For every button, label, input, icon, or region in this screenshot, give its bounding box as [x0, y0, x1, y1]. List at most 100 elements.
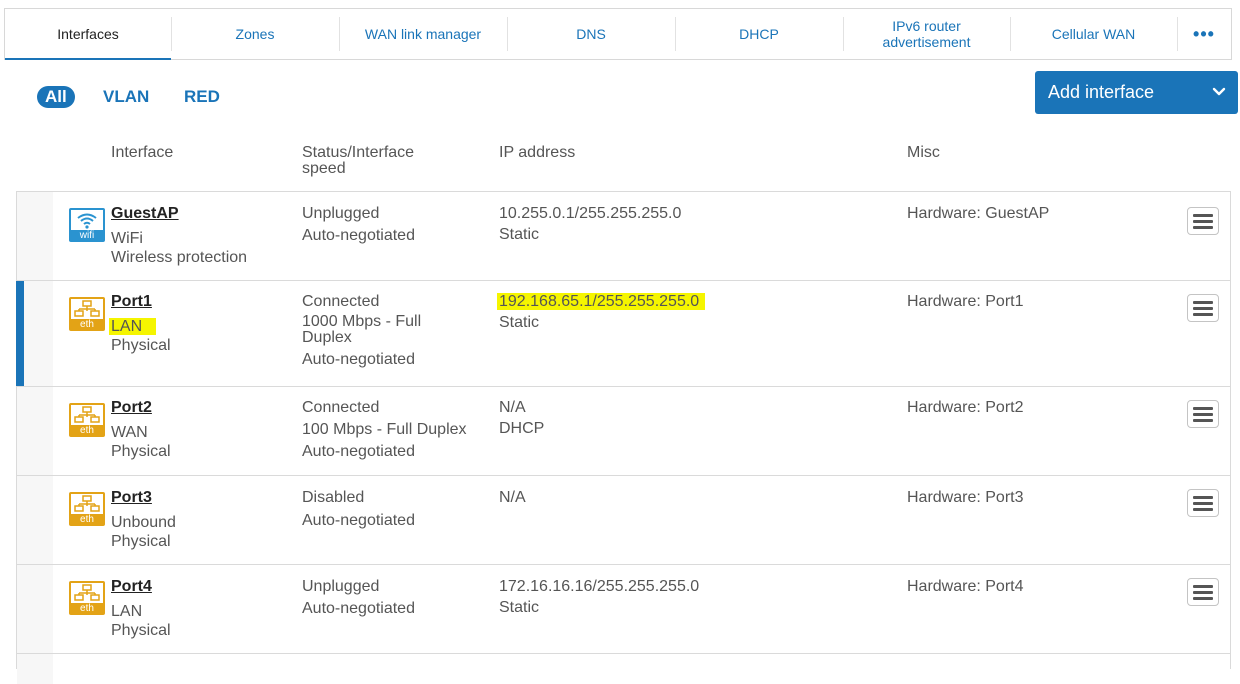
icon-caption: eth — [80, 425, 94, 436]
status-cell: Connected 100 Mbps - Full Duplex Auto-ne… — [302, 398, 467, 461]
interface-zone: LAN — [111, 603, 143, 620]
ip-mode: Static — [499, 599, 540, 616]
interface-speed: Auto-negotiated — [302, 227, 415, 244]
tab-dhcp[interactable]: DHCP — [675, 9, 843, 59]
ip-address: 192.168.65.1/255.255.255.0 — [497, 293, 706, 310]
interface-status: Disabled — [302, 489, 365, 506]
tab-label: WAN link manager — [364, 26, 482, 42]
row-menu-button[interactable] — [1187, 489, 1219, 517]
status-cell: Disabled Auto-negotiated — [302, 488, 415, 530]
ip-address: 10.255.0.1/255.255.255.0 — [499, 205, 682, 222]
row-menu-button[interactable] — [1187, 400, 1219, 428]
interface-speed: 100 Mbps - Full Duplex — [302, 421, 467, 438]
column-header-interface: Interface — [111, 144, 174, 161]
tab-zones[interactable]: Zones — [171, 9, 339, 59]
ip-mode: DHCP — [499, 420, 545, 437]
tab-ipv6-router-advertisement[interactable]: IPv6 router advertisement — [843, 9, 1010, 59]
interface-speed: 1000 Mbps - Full Duplex — [302, 313, 422, 346]
filter-red[interactable]: RED — [184, 86, 220, 108]
tab-dns[interactable]: DNS — [507, 9, 675, 59]
misc-cell: Hardware: GuestAP — [907, 205, 1050, 222]
tab-wan-link-manager[interactable]: WAN link manager — [339, 9, 507, 59]
ip-address: N/A — [499, 399, 526, 416]
status-cell: Connected 1000 Mbps - Full Duplex Auto-n… — [302, 292, 452, 369]
table-row[interactable]: eth Port1 LAN Physical Connected 1000 Mb… — [16, 281, 1230, 387]
row-menu-button[interactable] — [1187, 294, 1219, 322]
tab-label: Zones — [235, 26, 275, 42]
add-interface-button[interactable]: Add interface — [1035, 71, 1238, 114]
status-cell: Unplugged Auto-negotiated — [302, 577, 415, 618]
tab-label: DNS — [576, 26, 606, 42]
table-row[interactable]: wifi GuestAP WiFi Wireless protection Un… — [17, 192, 1230, 281]
ethernet-icon: eth — [69, 492, 105, 526]
icon-caption: eth — [80, 319, 94, 330]
misc-cell: Hardware: Port2 — [907, 399, 1024, 416]
ip-mode: Static — [499, 226, 540, 243]
interface-speed: Auto-negotiated — [302, 600, 415, 617]
misc-cell: Hardware: Port1 — [907, 293, 1024, 310]
interface-name-link[interactable]: Port1 — [111, 292, 171, 311]
interface-type: Physical — [111, 337, 171, 354]
interface-type: Physical — [111, 533, 171, 550]
interface-cell: Port2 WAN Physical — [111, 398, 171, 461]
column-header-status: Status/Interface speed — [302, 144, 415, 177]
interface-type: Physical — [111, 443, 171, 460]
misc-cell: Hardware: Port4 — [907, 578, 1024, 595]
ip-cell: N/A DHCP — [499, 398, 544, 438]
interface-name-link[interactable]: Port3 — [111, 488, 176, 507]
interface-name-link[interactable]: GuestAP — [111, 204, 247, 223]
interface-status: Connected — [302, 399, 380, 416]
table-row[interactable]: eth Port4 LAN Physical Unplugged Auto-ne… — [17, 565, 1230, 654]
icon-caption: eth — [80, 603, 94, 614]
row-menu-button[interactable] — [1187, 578, 1219, 606]
selected-row-indicator — [16, 281, 24, 386]
interface-zone: WAN — [111, 424, 148, 441]
column-header-misc: Misc — [907, 144, 940, 161]
ip-cell: 172.16.16.16/255.255.255.0 Static — [499, 577, 699, 617]
ip-cell: 10.255.0.1/255.255.255.0 Static — [499, 204, 681, 244]
interface-negotiation: Auto-negotiated — [302, 443, 415, 460]
interface-zone: WiFi — [111, 230, 143, 247]
row-gutter — [17, 476, 53, 564]
table-row[interactable] — [17, 654, 1230, 684]
icon-caption: eth — [80, 514, 94, 525]
tab-cellular-wan[interactable]: Cellular WAN — [1010, 9, 1177, 59]
interface-speed: Auto-negotiated — [302, 512, 415, 529]
table-row[interactable]: eth Port3 Unbound Physical Disabled Auto… — [17, 476, 1230, 565]
tab-bar: Interfaces Zones WAN link manager DNS DH… — [4, 8, 1232, 60]
filter-red-label: RED — [184, 87, 220, 106]
chevron-down-icon — [1212, 87, 1226, 96]
status-cell: Unplugged Auto-negotiated — [302, 204, 415, 245]
tab-label: Cellular WAN — [1051, 26, 1136, 42]
wifi-icon: wifi — [69, 208, 105, 242]
interface-cell: Port4 LAN Physical — [111, 577, 171, 640]
row-menu-button[interactable] — [1187, 207, 1219, 235]
row-gutter — [17, 192, 53, 280]
tab-interfaces[interactable]: Interfaces — [5, 9, 171, 60]
ip-address: N/A — [499, 489, 526, 506]
interface-name-link[interactable]: Port4 — [111, 577, 171, 596]
interface-name-link[interactable]: Port2 — [111, 398, 171, 417]
interface-type: Wireless protection — [111, 249, 248, 266]
row-gutter — [17, 565, 53, 653]
interface-status: Unplugged — [302, 578, 380, 595]
filter-vlan-label: VLAN — [103, 87, 150, 106]
row-gutter — [17, 387, 53, 475]
table-row[interactable]: eth Port2 WAN Physical Connected 100 Mbp… — [17, 387, 1230, 476]
interface-cell: Port3 Unbound Physical — [111, 488, 176, 551]
misc-cell: Hardware: Port3 — [907, 489, 1024, 506]
ip-cell: 192.168.65.1/255.255.255.0 Static — [497, 292, 706, 332]
ethernet-icon: eth — [69, 403, 105, 437]
tab-label: DHCP — [739, 26, 779, 42]
interface-cell: Port1 LAN Physical — [109, 292, 171, 355]
interface-status: Unplugged — [302, 205, 380, 222]
filter-all[interactable]: All — [37, 86, 75, 108]
ip-address: 172.16.16.16/255.255.255.0 — [499, 578, 700, 595]
filter-vlan[interactable]: VLAN — [103, 86, 149, 108]
interface-negotiation: Auto-negotiated — [302, 351, 415, 368]
more-tabs-icon[interactable]: ••• — [1177, 9, 1231, 59]
add-interface-label: Add interface — [1048, 82, 1155, 102]
more-dots: ••• — [1193, 24, 1215, 44]
interface-type: Physical — [111, 622, 171, 639]
tab-label: IPv6 router advertisement — [882, 18, 971, 50]
